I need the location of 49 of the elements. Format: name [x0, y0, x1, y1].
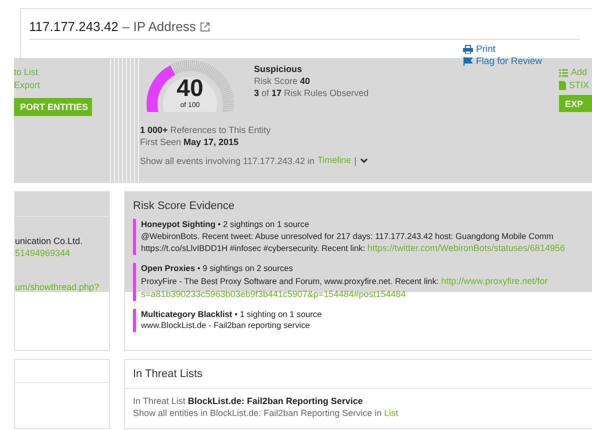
- flag-icon: [463, 57, 473, 66]
- external-link-icon[interactable]: [200, 22, 210, 32]
- threat-list-entry: In Threat List BlockList.de: Fail2ban Reporting Service: [133, 395, 364, 407]
- print-icon: [463, 45, 473, 54]
- first-seen-text: First Seen May 17, 2015: [140, 136, 240, 148]
- evidence-name: Multicategory Blacklist: [141, 308, 232, 318]
- evidence-text: www.BlockList.de - Fail2ban reporting service: [141, 320, 310, 330]
- rules-text: 3 of 17 Risk Rules Observed: [254, 87, 370, 99]
- events-text: Show all events involving 117.177.243.42 in: [140, 154, 314, 166]
- references-text: 1 000+ References to This Entity: [140, 124, 272, 136]
- sightings-text: • 1 sighting on 1 source: [234, 308, 322, 318]
- sightings-text: • 9 sightings on 2 sources: [197, 263, 293, 273]
- export-button[interactable]: PORT ENTITIES: [14, 98, 92, 116]
- evidence-link[interactable]: https://twitter.com/WebironBots/statuses/6814956: [368, 243, 565, 253]
- export-button[interactable]: EXP: [559, 95, 592, 112]
- evidence-text: ProxyFire - The Best Proxy Software and Forum, www.proxyfire.net. Recent link:: [141, 276, 439, 286]
- action-link[interactable]: STIX: [559, 79, 590, 92]
- evidence-bar: [133, 219, 136, 255]
- sightings-text: • 2 sightings on 1 source: [218, 219, 310, 229]
- list-link[interactable]: List: [384, 408, 398, 418]
- link[interactable]: um/showthread.php?: [15, 281, 109, 293]
- evidence-text: @WebironBots. Recent tweet: Abuse unresolved for 217 days: 117.177.243.42 host: Guangdong Mobile Comm: [141, 230, 554, 240]
- list-icon: [559, 68, 568, 76]
- action-link[interactable]: Add: [559, 66, 588, 79]
- timeline-link[interactable]: Timeline: [317, 154, 352, 167]
- chevron-down-icon[interactable]: [360, 158, 368, 164]
- entity-type: – IP Address: [122, 19, 196, 34]
- section-title: In Threat Lists: [133, 368, 204, 380]
- evidence-bar: [133, 263, 136, 300]
- evidence-link[interactable]: http://www.proxyfire.net/for: [441, 276, 548, 286]
- evidence-link[interactable]: s=a81b390233c5963b03eb9f3b441c5907&p=154484#post154484: [141, 288, 406, 298]
- evidence-bar: [133, 308, 136, 332]
- risk-score: 40: [176, 75, 204, 102]
- separator: |: [354, 154, 356, 166]
- list-link[interactable]: to List: [14, 66, 38, 79]
- list-link[interactable]: Export: [14, 79, 40, 92]
- risk-score-text: Risk Score 40: [254, 75, 312, 87]
- evidence-name: Honeypot Sighting: [141, 219, 216, 229]
- section-title: Risk Score Evidence: [133, 200, 236, 212]
- show-entities-text: Show all entities in BlockList.de: Fail2ban Reporting Service in: [133, 408, 382, 418]
- risk-verdict: Suspicious: [254, 63, 304, 75]
- action-link[interactable]: Flag for Review: [463, 56, 542, 67]
- evidence-name: Open Proxies: [141, 263, 195, 273]
- link[interactable]: 51494969344: [15, 247, 109, 259]
- entity-title: 117.177.243.42: [29, 19, 118, 34]
- evidence-text: https://t.co/sLlvIBDD1H #infosec #cybersecurity. Recent link:: [141, 243, 366, 253]
- action-link[interactable]: Print: [463, 44, 496, 55]
- info-text: unication Co.Ltd.: [15, 235, 84, 247]
- file-icon: [559, 81, 566, 90]
